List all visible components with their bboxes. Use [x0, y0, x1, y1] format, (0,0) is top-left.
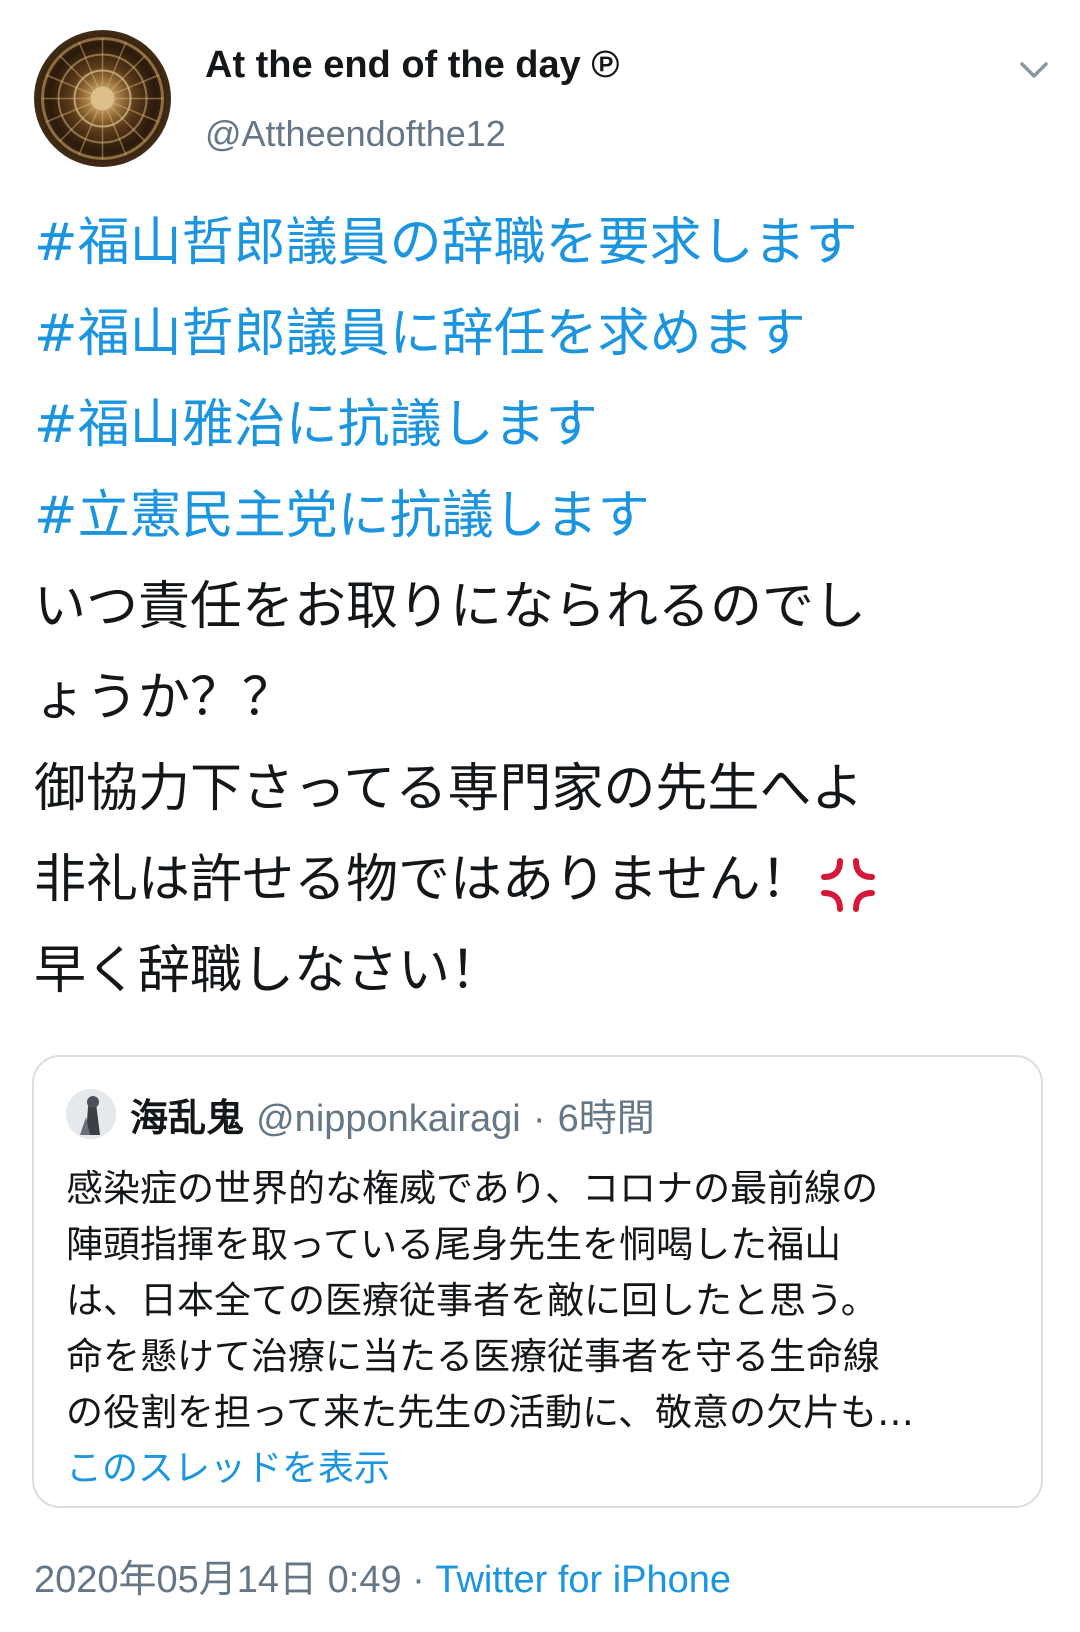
- hashtag-link[interactable]: #福山哲郎議員の辞職を要求します: [34, 198, 1044, 289]
- quoted-tweet-time: 6時間: [557, 1098, 655, 1140]
- author-handle[interactable]: @Attheendofthe12: [205, 113, 506, 155]
- tweet-line: 御協力下さってる専門家の先生へよ: [34, 759, 864, 819]
- quoted-tweet-line: 陣頭指揮を取っている尾身先生を恫喝した福山: [66, 1223, 842, 1266]
- tweet-line: 早く辞職しなさい！: [34, 941, 503, 1001]
- quoted-tweet-body: 感染症の世界的な権威であり、コロナの最前線の 陣頭指揮を取っている尾身先生を恫喝…: [66, 1161, 1026, 1441]
- hashtag-link[interactable]: #福山雅治に抗議します: [34, 380, 1044, 471]
- avatar-image: [41, 37, 164, 160]
- quoted-tweet-header: 海乱鬼 @nipponkairagi · 6時間: [130, 1087, 655, 1142]
- anger-symbol-icon: [818, 853, 878, 913]
- quoted-author-name: 海乱鬼: [130, 1096, 245, 1140]
- quoted-tweet-line: の役割を担って来た先生の活動に、敬意の欠片も…: [66, 1391, 915, 1434]
- tweet-timestamp[interactable]: 2020年05月14日 0:49: [34, 1559, 402, 1601]
- tweet-text: #福山哲郎議員の辞職を要求します #福山哲郎議員に辞任を求めます #福山雅治に抗…: [34, 198, 1044, 1017]
- tweet-line: ょうか？？: [34, 668, 295, 728]
- show-thread-link[interactable]: このスレッドを表示: [66, 1439, 390, 1491]
- tweet-source-link[interactable]: Twitter for iPhone: [435, 1559, 731, 1601]
- separator-dot: ·: [412, 1559, 425, 1601]
- tweet-line-text: 非礼は許せる物ではありません！: [34, 850, 813, 910]
- tweet-meta: 2020年05月14日 0:49 · Twitter for iPhone: [34, 1548, 731, 1603]
- tweet-line: いつ責任をお取りになられるのでし: [34, 577, 867, 637]
- hashtag-link[interactable]: #福山哲郎議員に辞任を求めます: [34, 289, 1044, 380]
- author-avatar[interactable]: [34, 30, 171, 167]
- hashtag-link[interactable]: #立憲民主党に抗議します: [34, 471, 1044, 562]
- quoted-author-handle: @nipponkairagi: [256, 1098, 521, 1140]
- quoted-tweet-card[interactable]: 海乱鬼 @nipponkairagi · 6時間 感染症の世界的な権威であり、コ…: [32, 1055, 1043, 1508]
- tweet-line-with-emoji: 非礼は許せる物ではありません！: [34, 835, 1044, 926]
- author-display-name[interactable]: At the end of the day ℗: [205, 44, 619, 87]
- quoted-tweet-line: 感染症の世界的な権威であり、コロナの最前線の: [66, 1167, 879, 1210]
- separator-dot: ·: [532, 1098, 546, 1140]
- quoted-author-avatar: [66, 1089, 116, 1139]
- quoted-tweet-line: 命を懸けて治療に当たる医療従事者を守る生命線: [66, 1335, 880, 1378]
- chevron-down-icon[interactable]: [1016, 52, 1052, 88]
- quoted-tweet-line: は、日本全ての医療従事者を敵に回したと思う。: [66, 1279, 878, 1322]
